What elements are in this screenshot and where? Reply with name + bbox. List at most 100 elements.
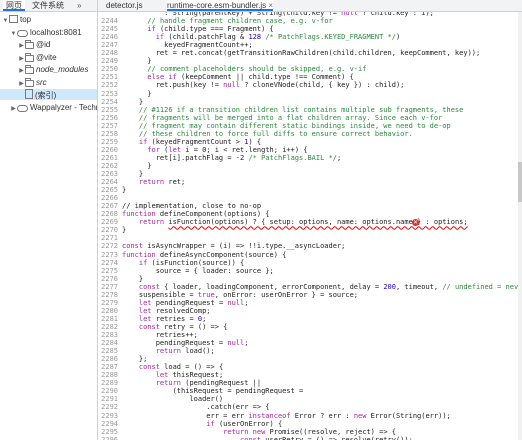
line-number[interactable]: 2252 [98, 81, 118, 89]
code-line[interactable]: 2260 for (let i = 0; i < ret.length; i++… [98, 146, 522, 154]
code-line[interactable]: 2270} [98, 226, 522, 234]
editor-scrollbar[interactable] [518, 12, 522, 440]
code-line[interactable]: 2277 const { loader, loadingComponent, e… [98, 283, 522, 291]
line-number[interactable]: 2255 [98, 106, 118, 114]
code-line[interactable]: 2250 // comment placeholders should be s… [98, 65, 522, 73]
code-line[interactable]: 2285 return load(); [98, 347, 522, 355]
code-line[interactable]: 2274 if (isFunction(source)) { [98, 259, 522, 267]
error-icon[interactable]: ✕ [412, 218, 419, 226]
expand-arrow-icon[interactable]: ▶ [18, 41, 25, 52]
code-line[interactable]: 2253 } [98, 90, 522, 98]
line-number[interactable]: 2271 [98, 234, 118, 242]
line-number[interactable]: 2285 [98, 347, 118, 355]
code-line[interactable]: 2294 if (userOnError) { [98, 420, 522, 428]
line-number[interactable]: 2251 [98, 73, 118, 81]
line-number[interactable]: 2286 [98, 355, 118, 363]
code-line[interactable]: 2292 .catch(err => { [98, 403, 522, 411]
line-number[interactable]: 2296 [98, 436, 118, 440]
line-number[interactable]: 2257 [98, 122, 118, 130]
code-line[interactable]: 2248 ret = ret.concat(getTransitionRawCh… [98, 49, 522, 57]
code-line[interactable]: 2278 suspensible = true, onError: userOn… [98, 291, 522, 299]
code-line[interactable]: 2296 const userRetry = () => resolve(ret… [98, 436, 522, 440]
line-number[interactable]: 2272 [98, 242, 118, 250]
code-line[interactable]: 2259 if (keyedFragmentCount > 1) { [98, 138, 522, 146]
code-line[interactable]: 2261 ret[i].patchFlag = -2 /* PatchFlags… [98, 154, 522, 162]
code-line[interactable]: 2265} [98, 186, 522, 194]
line-number[interactable]: 2247 [98, 41, 118, 49]
left-tab-1[interactable]: 文件系统 [29, 0, 67, 11]
code-line[interactable]: 2273 function defineAsyncComponent(source… [98, 251, 522, 259]
code-line[interactable]: 2256 // fragments will be merged into a … [98, 114, 522, 122]
tree-item[interactable]: ▼ top [0, 14, 31, 25]
code-line[interactable]: 2251 else if (keepComment || child.type … [98, 73, 522, 81]
tree-item[interactable]: ▶ src [0, 77, 47, 88]
line-number[interactable]: 2289 [98, 379, 118, 387]
code-line[interactable]: 2252 ret.push(key != null ? cloneVNode(c… [98, 81, 522, 89]
editor-tab-1[interactable]: runtime-core.esm-bundler.js × [167, 0, 274, 11]
code-line[interactable]: 2257 // fragment may contain different s… [98, 122, 522, 130]
expand-arrow-icon[interactable]: ▶ [10, 104, 17, 115]
line-number[interactable]: 2270 [98, 226, 118, 234]
line-number[interactable]: 2262 [98, 162, 118, 170]
code-line[interactable]: 2271 [98, 234, 522, 242]
code-line[interactable]: 2269 return isFunction(options) ? { setu… [98, 218, 522, 226]
code-line[interactable]: 2289 return (pendingRequest || [98, 379, 522, 387]
line-number[interactable]: 2273 [98, 251, 118, 259]
line-number[interactable]: 2260 [98, 146, 118, 154]
expand-arrow-icon[interactable]: ▶ [18, 54, 25, 65]
line-number[interactable]: 2282 [98, 323, 118, 331]
line-number[interactable]: 2269 [98, 218, 118, 226]
code-line[interactable]: 2263 } [98, 170, 522, 178]
more-tabs-button[interactable]: » [77, 0, 81, 11]
line-number[interactable]: 2295 [98, 428, 118, 436]
code-line[interactable]: 2264 return ret; [98, 178, 522, 186]
line-number[interactable]: 2275 [98, 267, 118, 275]
line-number[interactable]: 2256 [98, 114, 118, 122]
tree-item[interactable]: ▼ localhost:8081 [0, 27, 82, 38]
code-line[interactable]: 2290 (thisRequest = pendingRequest = [98, 387, 522, 395]
line-number[interactable]: 2284 [98, 339, 118, 347]
code-line[interactable]: 2295 return new Promise((resolve, reject… [98, 428, 522, 436]
line-number[interactable]: 2268 [98, 210, 118, 218]
line-number[interactable]: 2253 [98, 90, 118, 98]
code-line[interactable]: 2291 loader() [98, 395, 522, 403]
code-line[interactable]: 2247 keyedFragmentCount++; [98, 41, 522, 49]
code-line[interactable]: 2255 // #1126 if a transition children l… [98, 106, 522, 114]
code-line[interactable]: 2287 const load = () => { [98, 363, 522, 371]
line-number[interactable]: 2245 [98, 25, 118, 33]
expand-arrow-icon[interactable]: ▼ [2, 16, 9, 27]
line-number[interactable]: 2263 [98, 170, 118, 178]
line-number[interactable]: 2248 [98, 49, 118, 57]
line-number[interactable]: 2287 [98, 363, 118, 371]
code-editor[interactable]: : String(parentKey) + String(child.key !… [98, 12, 522, 440]
code-line[interactable]: 2272 const isAsyncWrapper = (i) => !!i.ty… [98, 242, 522, 250]
line-number[interactable]: 2254 [98, 98, 118, 106]
code-line[interactable]: 2258 // these children to force full dif… [98, 130, 522, 138]
code-line[interactable]: 2293 err = err instanceof Error ? err : … [98, 412, 522, 420]
code-line[interactable]: 2246 if (child.patchFlag & 128 /* PatchF… [98, 33, 522, 41]
expand-arrow-icon[interactable]: ▼ [10, 29, 17, 40]
line-number[interactable]: 2250 [98, 65, 118, 73]
line-number[interactable]: 2276 [98, 275, 118, 283]
line-number[interactable]: 2288 [98, 371, 118, 379]
line-number[interactable]: 2290 [98, 387, 118, 395]
line-number[interactable]: 2267 [98, 202, 118, 210]
line-number[interactable]: 2283 [98, 331, 118, 339]
tree-item[interactable]: (索引) [0, 89, 97, 100]
code-line[interactable]: 2279 let pendingRequest = null; [98, 299, 522, 307]
line-number[interactable]: 2281 [98, 315, 118, 323]
line-number[interactable]: 2264 [98, 178, 118, 186]
line-number[interactable]: 2277 [98, 283, 118, 291]
line-number[interactable]: 2244 [98, 17, 118, 25]
code-line[interactable]: 2281 let retries = 0; [98, 315, 522, 323]
line-number[interactable]: 2274 [98, 259, 118, 267]
line-number[interactable]: 2259 [98, 138, 118, 146]
line-number[interactable]: 2292 [98, 403, 118, 411]
tree-item[interactable]: ▶ @id [0, 39, 50, 50]
close-tab-icon[interactable]: × [266, 1, 273, 10]
line-number[interactable]: 2291 [98, 395, 118, 403]
tree-item[interactable]: ▶ Wappalyzer - Technolo [0, 102, 97, 113]
line-number[interactable]: 2249 [98, 57, 118, 65]
code-line[interactable]: 2275 source = { loader: source }; [98, 267, 522, 275]
code-line[interactable]: 2244 // handle fragment children case, e… [98, 17, 522, 25]
